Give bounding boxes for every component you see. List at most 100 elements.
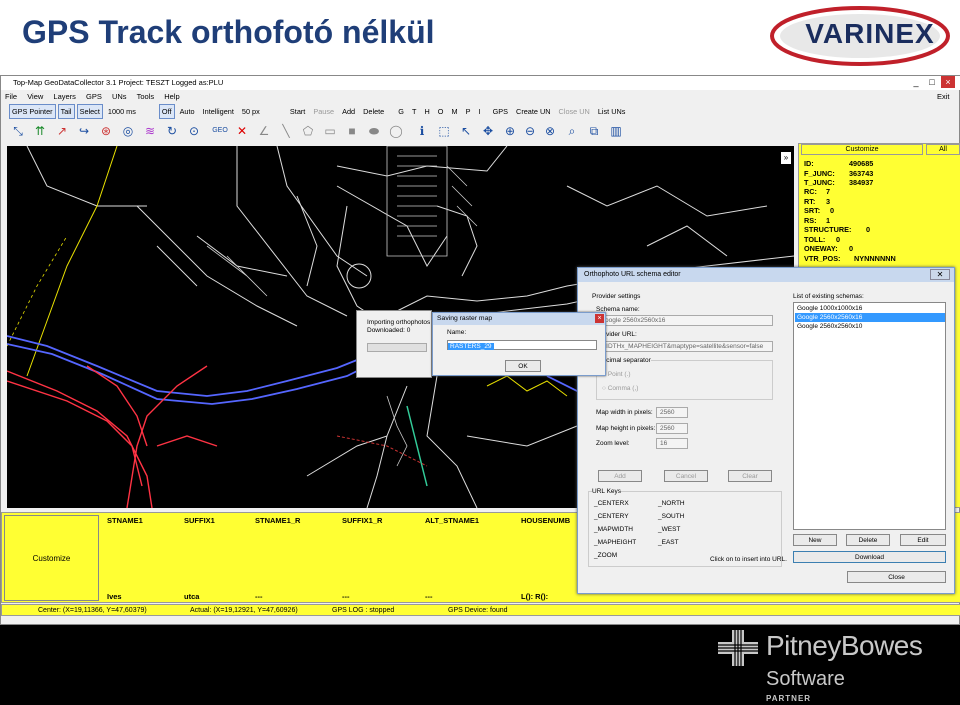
geo-gps-icon[interactable]: GEO bbox=[211, 122, 229, 140]
close-icon[interactable]: × bbox=[941, 76, 955, 88]
table-cell[interactable]: utca bbox=[184, 592, 199, 601]
menu-gps[interactable]: GPS bbox=[86, 92, 102, 101]
menu-help[interactable]: Help bbox=[164, 92, 179, 101]
url-key[interactable]: _WEST bbox=[658, 526, 680, 533]
refresh-icon[interactable]: ↻ bbox=[163, 122, 181, 140]
info-icon[interactable]: ℹ bbox=[413, 122, 431, 140]
rect-icon[interactable]: ▭ bbox=[321, 122, 339, 140]
off-button[interactable]: Off bbox=[158, 104, 175, 119]
raster-close-icon[interactable]: × bbox=[595, 314, 604, 323]
square-icon[interactable]: ■ bbox=[343, 122, 361, 140]
comma-radio[interactable]: ○ Comma (,) bbox=[602, 385, 638, 392]
ellipse-icon[interactable]: ⬬ bbox=[365, 122, 383, 140]
zoom-in-icon[interactable]: ⊕ bbox=[501, 122, 519, 140]
select-button[interactable]: Select bbox=[76, 104, 103, 119]
menu-view[interactable]: View bbox=[27, 92, 43, 101]
url-key[interactable]: _MAPWIDTH bbox=[594, 526, 633, 533]
url-key[interactable]: _SOUTH bbox=[658, 513, 684, 520]
cancel-icon[interactable]: ✕ bbox=[233, 122, 251, 140]
gps-button[interactable]: GPS bbox=[490, 104, 511, 119]
h-button[interactable]: H bbox=[421, 104, 432, 119]
zoom-window-icon[interactable]: ⌕ bbox=[563, 122, 581, 140]
clear-schema-button[interactable]: Clear bbox=[728, 470, 772, 482]
zoom-level-field[interactable]: 16 bbox=[656, 438, 688, 449]
url-key[interactable]: _EAST bbox=[658, 539, 679, 546]
line-tool-icon[interactable]: ∠ bbox=[255, 122, 273, 140]
menu-uns[interactable]: UNs bbox=[112, 92, 127, 101]
point-radio[interactable]: ○ Point (.) bbox=[602, 371, 631, 378]
measure-icon[interactable]: ⤡ bbox=[9, 122, 27, 140]
pan-icon[interactable]: ✥ bbox=[479, 122, 497, 140]
add-schema-button[interactable]: Add bbox=[598, 470, 642, 482]
menu-layers[interactable]: Layers bbox=[53, 92, 76, 101]
minimize-icon[interactable]: _ bbox=[909, 76, 923, 88]
zoom-extent-icon[interactable]: ⊗ bbox=[541, 122, 559, 140]
table-cell[interactable]: --- bbox=[342, 592, 350, 601]
route-icon[interactable]: ↗ bbox=[53, 122, 71, 140]
delete-schema-button[interactable]: Delete bbox=[846, 534, 890, 546]
target-icon[interactable]: ⊙ bbox=[185, 122, 203, 140]
edit-button[interactable]: Edit bbox=[900, 534, 946, 546]
url-key[interactable]: _MAPHEIGHT bbox=[594, 539, 636, 546]
map-width-field[interactable]: 2560 bbox=[656, 407, 688, 418]
book-icon[interactable]: ▥ bbox=[607, 122, 625, 140]
url-key[interactable]: _NORTH bbox=[658, 500, 685, 507]
close-button[interactable]: Close bbox=[847, 571, 946, 583]
tail-button[interactable]: Tail bbox=[57, 104, 75, 119]
cancel-schema-button[interactable]: Cancel bbox=[664, 470, 708, 482]
menu-file[interactable]: File bbox=[5, 92, 17, 101]
polygon-icon[interactable]: ⬠ bbox=[299, 122, 317, 140]
interval-select[interactable]: 1000 ms bbox=[105, 104, 151, 119]
i-button[interactable]: I bbox=[476, 104, 484, 119]
schema-list[interactable]: Google 1000x1000x16 Google 2560x2560x16 … bbox=[793, 302, 946, 530]
customize-button[interactable]: Customize bbox=[4, 515, 99, 601]
poi-icon[interactable]: ◎ bbox=[119, 122, 137, 140]
customize-top-button[interactable]: Customize bbox=[801, 144, 923, 155]
zoom-out-icon[interactable]: ⊖ bbox=[521, 122, 539, 140]
url-key[interactable]: _CENTERY bbox=[594, 513, 629, 520]
expand-panel-icon[interactable]: » bbox=[781, 152, 791, 164]
layers-icon[interactable]: ≋ bbox=[141, 122, 159, 140]
speed-limit-icon[interactable]: ⊛ bbox=[97, 122, 115, 140]
list-item[interactable]: Google 2560x2560x16 bbox=[795, 313, 945, 322]
polyline-icon[interactable]: ╲ bbox=[277, 122, 295, 140]
menu-tools[interactable]: Tools bbox=[137, 92, 155, 101]
dialog-close-icon[interactable]: ✕ bbox=[930, 269, 950, 280]
list-uns-button[interactable]: List UNs bbox=[595, 104, 629, 119]
intelligent-button[interactable]: Intelligent bbox=[200, 104, 237, 119]
px-select[interactable]: 50 px bbox=[239, 104, 285, 119]
g-button[interactable]: G bbox=[395, 104, 407, 119]
maximize-icon[interactable]: □ bbox=[925, 76, 939, 88]
url-key[interactable]: _CENTERX bbox=[594, 500, 629, 507]
all-button[interactable]: All bbox=[926, 144, 960, 155]
o-button[interactable]: O bbox=[435, 104, 447, 119]
close-un-button[interactable]: Close UN bbox=[556, 104, 593, 119]
turn-icon[interactable]: ↪ bbox=[75, 122, 93, 140]
circle-icon[interactable]: ◯ bbox=[387, 122, 405, 140]
table-cell[interactable]: --- bbox=[255, 592, 263, 601]
pause-button[interactable]: Pause bbox=[310, 104, 337, 119]
download-button[interactable]: Download bbox=[793, 551, 946, 563]
exit-menu[interactable]: Exit bbox=[937, 90, 950, 103]
url-key[interactable]: _ZOOM bbox=[594, 552, 617, 559]
gps-pointer-button[interactable]: GPS Pointer bbox=[9, 104, 56, 119]
map-height-field[interactable]: 2560 bbox=[656, 423, 688, 434]
p-button[interactable]: P bbox=[463, 104, 474, 119]
auto-button[interactable]: Auto bbox=[177, 104, 198, 119]
table-cell[interactable]: L(): R(): bbox=[521, 592, 548, 601]
up-arrows-icon[interactable]: ⇈ bbox=[31, 122, 49, 140]
raster-name-field[interactable]: RASTERS_29 bbox=[447, 340, 597, 350]
create-un-button[interactable]: Create UN bbox=[513, 104, 553, 119]
new-button[interactable]: New bbox=[793, 534, 837, 546]
t-button[interactable]: T bbox=[409, 104, 419, 119]
list-item[interactable]: Google 2560x2560x10 bbox=[795, 322, 945, 331]
start-button[interactable]: Start bbox=[287, 104, 308, 119]
delete-button[interactable]: Delete bbox=[360, 104, 387, 119]
select-tool-icon[interactable]: ⬚ bbox=[435, 122, 453, 140]
table-cell[interactable]: --- bbox=[425, 592, 433, 601]
schema-name-field[interactable]: Google 2560x2560x16 bbox=[596, 315, 773, 326]
table-cell[interactable]: Ives bbox=[107, 592, 122, 601]
ok-button[interactable]: OK bbox=[505, 360, 541, 372]
pointer-icon[interactable]: ↖ bbox=[457, 122, 475, 140]
provider-url-field[interactable]: WIDTHx_MAPHEIGHT&maptype=satellite&senso… bbox=[596, 341, 773, 352]
